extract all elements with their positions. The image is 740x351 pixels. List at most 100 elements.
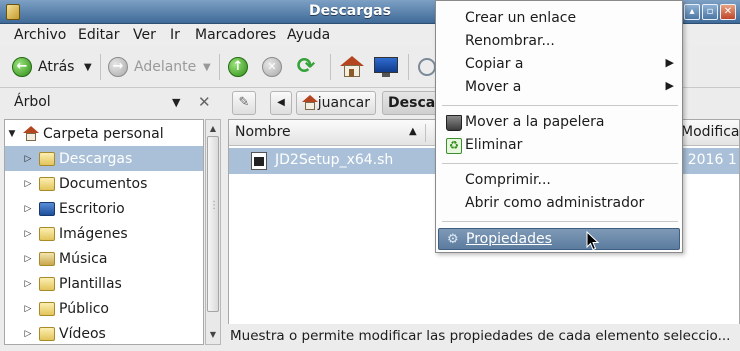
scroll-up-icon[interactable]: ▲ <box>206 122 220 136</box>
mouse-cursor-icon <box>586 231 600 251</box>
folder-download-icon <box>39 151 55 166</box>
scroll-down-icon[interactable]: ▼ <box>206 328 220 342</box>
expand-icon[interactable]: ▷ <box>23 204 33 214</box>
forward-label: Adelante <box>134 59 197 75</box>
sidebar-header: Árbol ▼ ✕ <box>0 89 226 117</box>
toolbar-separator <box>408 54 409 80</box>
path-current-button[interactable]: Descargas <box>382 91 442 115</box>
column-modified[interactable]: Modificado <box>681 124 739 140</box>
tree-item-documentos[interactable]: ▷ Documentos <box>5 171 203 196</box>
menu-marcadores[interactable]: Marcadores <box>195 27 276 43</box>
folder-music-icon <box>39 251 55 266</box>
folder-icon <box>39 276 55 291</box>
folder-tree: ▼ Carpeta personal ▷ Descargas ▷ Documen… <box>4 119 204 345</box>
tree-item-label: Documentos <box>59 175 148 192</box>
menu-item-copiar-a[interactable]: Copiar a ▶ <box>438 54 680 76</box>
tree-item-musica[interactable]: ▷ Música <box>5 246 203 271</box>
edit-location-button[interactable]: ✎ <box>232 91 256 115</box>
expand-icon[interactable]: ▷ <box>23 279 33 289</box>
menu-ver[interactable]: Ver <box>133 27 156 43</box>
path-home-button[interactable]: juancar <box>296 91 376 115</box>
reload-button[interactable]: ⟳ <box>295 55 317 79</box>
menu-item-eliminar[interactable]: ♻ Eliminar <box>438 135 680 157</box>
menu-item-label: Eliminar <box>465 137 523 153</box>
expand-icon[interactable]: ▷ <box>23 154 33 164</box>
tree-item-label: Imágenes <box>59 225 128 242</box>
expand-icon[interactable]: ▷ <box>23 229 33 239</box>
home-icon <box>302 95 318 111</box>
back-history-dropdown[interactable]: ▼ <box>84 55 92 79</box>
forward-button[interactable]: Adelante <box>108 55 196 79</box>
tree-scrollbar[interactable]: ▲ ▼ <box>205 119 221 345</box>
menu-item-crear-enlace[interactable]: Crear un enlace <box>438 8 680 30</box>
menu-item-abrir-admin[interactable]: Abrir como administrador <box>438 193 680 215</box>
tree-item-videos[interactable]: ▷ Vídeos <box>5 321 203 344</box>
tree-item-home[interactable]: ▼ Carpeta personal <box>7 121 203 146</box>
menu-editar[interactable]: Editar <box>78 27 119 43</box>
submenu-arrow-icon: ▶ <box>665 79 674 92</box>
minimize-button[interactable]: ▴ <box>684 4 700 20</box>
menu-item-comprimir[interactable]: Comprimir... <box>438 170 680 192</box>
expand-icon[interactable]: ▷ <box>23 304 33 314</box>
menu-item-label: Abrir como administrador <box>465 195 645 211</box>
pane-resize-handle[interactable]: ⋮ <box>209 200 219 216</box>
back-button[interactable]: Atrás <box>12 55 74 79</box>
back-arrow-icon <box>12 57 32 77</box>
stop-icon <box>262 57 282 77</box>
submenu-arrow-icon: ▶ <box>665 56 674 69</box>
menu-ayuda[interactable]: Ayuda <box>287 27 330 43</box>
menu-archivo[interactable]: Archivo <box>14 27 66 43</box>
window-controls: ▴ ▫ ✕ <box>684 4 736 20</box>
zoom-icon <box>418 58 436 76</box>
tree-item-publico[interactable]: ▷ Público <box>5 296 203 321</box>
folder-videos-icon <box>39 326 55 341</box>
pencil-icon: ✎ <box>238 95 250 110</box>
path-current-label: Descargas <box>388 95 442 111</box>
desktop-icon <box>39 201 55 216</box>
menu-item-mover-a[interactable]: Mover a ▶ <box>438 77 680 99</box>
tree-item-escritorio[interactable]: ▷ Escritorio <box>5 196 203 221</box>
computer-button[interactable] <box>373 55 399 79</box>
tree-item-label: Público <box>59 300 109 317</box>
scrollbar-thumb[interactable] <box>207 136 219 312</box>
chevron-down-icon: ▼ <box>203 61 211 73</box>
file-date: y 2016 1 <box>675 152 737 168</box>
context-menu: Crear un enlace Renombrar... Copiar a ▶ … <box>435 0 683 253</box>
column-name[interactable]: Nombre <box>235 124 291 140</box>
close-button[interactable]: ✕ <box>720 4 736 20</box>
expand-icon[interactable]: ▷ <box>23 254 33 264</box>
column-divider[interactable] <box>425 124 426 142</box>
tree-item-label: Descargas <box>59 150 133 167</box>
reload-icon: ⟳ <box>296 54 316 79</box>
zoom-button[interactable] <box>418 55 436 79</box>
expand-icon[interactable]: ▷ <box>23 329 33 339</box>
maximize-button[interactable]: ▫ <box>702 4 718 20</box>
tree-item-descargas[interactable]: ▷ Descargas <box>5 146 203 171</box>
menu-item-propiedades[interactable]: ⚙ Propiedades <box>438 228 680 250</box>
menu-ir[interactable]: Ir <box>170 27 180 43</box>
menu-item-label: Copiar a <box>465 56 524 72</box>
collapse-icon[interactable]: ▼ <box>7 129 17 139</box>
home-button[interactable] <box>339 55 365 79</box>
path-home-label: juancar <box>317 95 370 111</box>
menu-item-mover-papelera[interactable]: Mover a la papelera <box>438 112 680 134</box>
close-sidebar-icon[interactable]: ✕ <box>198 93 211 111</box>
folder-pictures-icon <box>39 226 55 241</box>
folder-icon <box>39 301 55 316</box>
tree-item-label: Música <box>59 250 108 267</box>
file-name: JD2Setup_x64.sh <box>275 152 394 168</box>
delete-icon: ♻ <box>446 138 462 154</box>
menu-item-label: Crear un enlace <box>465 10 577 26</box>
tree-item-imagenes[interactable]: ▷ Imágenes <box>5 221 203 246</box>
menu-item-renombrar[interactable]: Renombrar... <box>438 31 680 53</box>
sidebar-type-dropdown[interactable]: ▼ <box>172 96 180 109</box>
stop-button[interactable] <box>262 55 282 79</box>
forward-history-dropdown[interactable]: ▼ <box>203 55 211 79</box>
menu-item-label: Renombrar... <box>465 33 555 49</box>
expand-icon[interactable]: ▷ <box>23 179 33 189</box>
tree-item-plantillas[interactable]: ▷ Plantillas <box>5 271 203 296</box>
path-scroll-left-button[interactable]: ◀ <box>270 91 292 115</box>
up-button[interactable] <box>228 55 248 79</box>
trash-icon <box>446 115 462 131</box>
properties-icon: ⚙ <box>447 232 459 247</box>
